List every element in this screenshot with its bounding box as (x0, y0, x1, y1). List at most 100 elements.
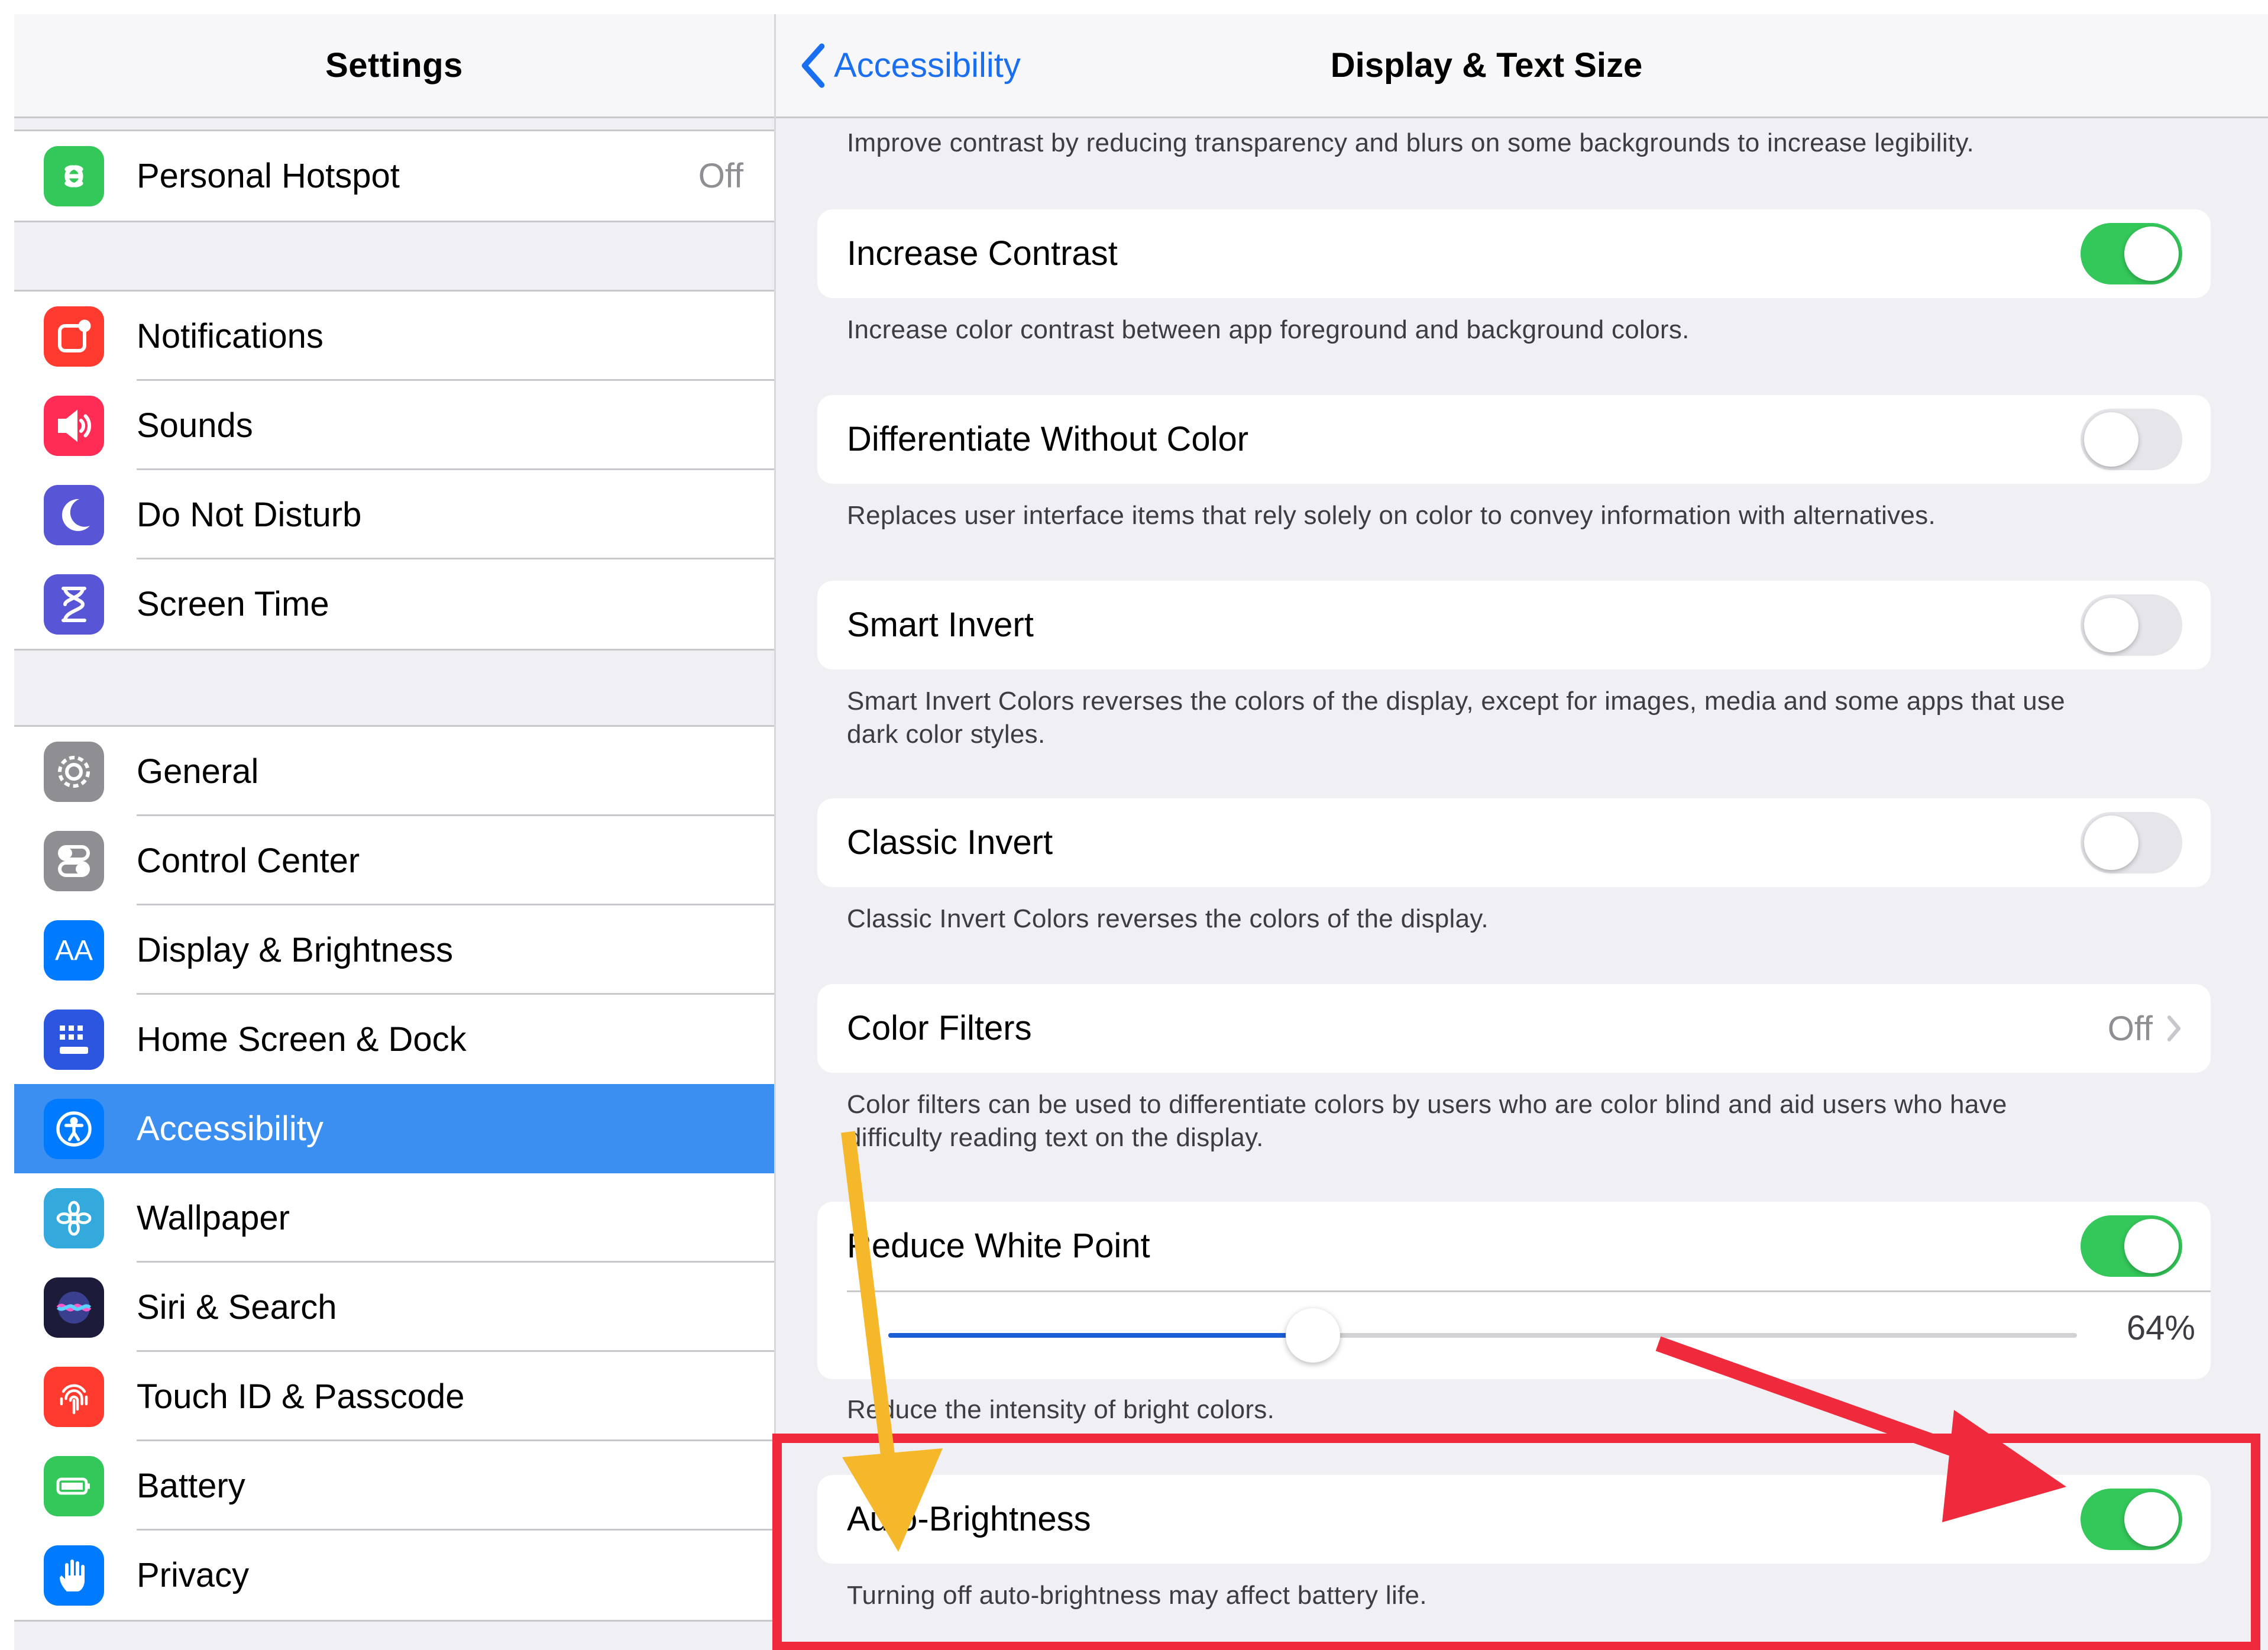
reduce-white-point-row: Reduce White Point 64% (817, 1202, 2211, 1379)
hourglass-icon (44, 574, 104, 635)
sidebar-item-label: Screen Time (137, 585, 329, 623)
white-point-slider[interactable] (888, 1308, 2077, 1363)
sidebar-group-system: General Control Center AA Display & Brig… (14, 725, 774, 1622)
row-divider (847, 1290, 2211, 1292)
sidebar-item-notifications[interactable]: Notifications (14, 292, 774, 381)
sidebar-item-label: Privacy (137, 1556, 250, 1594)
sidebar-item-general[interactable]: General (14, 727, 774, 816)
toggle-knob (2124, 1492, 2179, 1547)
differentiate-without-color-toggle[interactable] (2081, 409, 2182, 470)
slider-value: 64% (2126, 1309, 2195, 1347)
sidebar-item-do-not-disturb[interactable]: Do Not Disturb (14, 470, 774, 559)
sidebar-item-label: Home Screen & Dock (137, 1020, 467, 1059)
settings-sidebar: Settings Personal Hotspot Off Notificati… (14, 14, 776, 1650)
detail-header: Accessibility Display & Text Size (776, 14, 2268, 118)
reduce-transparency-note: Improve contrast by reducing transparenc… (847, 128, 1974, 157)
sidebar-item-control-center[interactable]: Control Center (14, 816, 774, 905)
toggle-knob (2124, 1219, 2179, 1273)
sidebar-item-label: Sounds (137, 406, 253, 445)
classic-invert-toggle[interactable] (2081, 812, 2182, 873)
sidebar-item-label: Battery (137, 1467, 245, 1505)
slider-thumb[interactable] (1285, 1308, 1340, 1363)
toggle-knob (2084, 598, 2138, 652)
toggle-knob (2084, 412, 2138, 467)
color-filters-value: Off (2107, 1009, 2153, 1048)
classic-invert-label: Classic Invert (847, 823, 1053, 862)
personal-hotspot-icon (44, 146, 104, 206)
page-title: Display & Text Size (1330, 46, 1643, 85)
fingerprint-icon (44, 1367, 104, 1427)
color-filters-label: Color Filters (847, 1009, 1032, 1047)
sidebar-item-sounds[interactable]: Sounds (14, 381, 774, 470)
increase-contrast-note: Increase color contrast between app fore… (847, 315, 1690, 344)
sidebar-item-screen-time[interactable]: Screen Time (14, 559, 774, 649)
sidebar-item-label: Touch ID & Passcode (137, 1377, 465, 1416)
battery-icon (44, 1456, 104, 1516)
differentiate-without-color-label: Differentiate Without Color (847, 420, 1249, 458)
smart-invert-label: Smart Invert (847, 606, 1034, 644)
siri-icon (44, 1277, 104, 1338)
reduce-white-point-label: Reduce White Point (847, 1227, 1150, 1265)
smart-invert-note: Smart Invert Colors reverses the colors … (847, 685, 2185, 751)
sounds-icon (44, 396, 104, 456)
color-filters-disclosure[interactable]: Off (2108, 984, 2182, 1073)
sidebar-item-accessibility[interactable]: Accessibility (14, 1084, 774, 1173)
auto-brightness-toggle[interactable] (2081, 1489, 2182, 1550)
classic-invert-note: Classic Invert Colors reverses the color… (847, 904, 1489, 933)
sidebar-item-display-brightness[interactable]: AA Display & Brightness (14, 905, 774, 995)
sidebar-item-label: Display & Brightness (137, 931, 454, 969)
detail-pane: Accessibility Display & Text Size Improv… (776, 14, 2268, 1650)
sidebar-item-label: Notifications (137, 317, 323, 355)
color-filters-note-line2: difficulty reading text on the display. (847, 1123, 1264, 1152)
sidebar-group-network: Personal Hotspot Off (14, 130, 774, 222)
smart-invert-note-line2: dark color styles. (847, 720, 1046, 749)
sidebar-item-battery[interactable]: Battery (14, 1441, 774, 1531)
chevron-right-icon (2167, 1015, 2181, 1041)
increase-contrast-label: Increase Contrast (847, 234, 1118, 273)
sidebar-group-alerts: Notifications Sounds Do Not Disturb Scre… (14, 290, 774, 651)
sidebar-item-label: Siri & Search (137, 1288, 337, 1327)
toggle-knob (2084, 816, 2138, 870)
sidebar-item-personal-hotspot[interactable]: Personal Hotspot Off (14, 131, 774, 221)
auto-brightness-row: Auto-Brightness (817, 1475, 2211, 1564)
sidebar-title: Settings (325, 46, 463, 85)
color-filters-row[interactable]: Color Filters Off (817, 984, 2211, 1073)
gear-icon (44, 742, 104, 802)
classic-invert-row: Classic Invert (817, 798, 2211, 887)
moon-icon (44, 485, 104, 545)
smart-invert-toggle[interactable] (2081, 594, 2182, 656)
flower-icon (44, 1188, 104, 1248)
increase-contrast-row: Increase Contrast (817, 209, 2211, 298)
sidebar-item-wallpaper[interactable]: Wallpaper (14, 1173, 774, 1263)
sidebar-item-siri-search[interactable]: Siri & Search (14, 1263, 774, 1352)
sidebar-item-touch-id-passcode[interactable]: Touch ID & Passcode (14, 1352, 774, 1441)
smart-invert-note-line1: Smart Invert Colors reverses the colors … (847, 687, 2065, 716)
text-size-icon: AA (44, 920, 104, 981)
sidebar-item-value: Off (698, 157, 743, 195)
sidebar-item-label: Do Not Disturb (137, 496, 362, 534)
color-filters-note-line1: Color filters can be used to differentia… (847, 1090, 2007, 1119)
sidebar-item-label: General (137, 752, 259, 791)
reduce-white-point-toggle[interactable] (2081, 1215, 2182, 1277)
auto-brightness-note: Turning off auto-brightness may affect b… (847, 1581, 1427, 1610)
sidebar-item-label: Personal Hotspot (137, 157, 400, 195)
sidebar-item-label: Wallpaper (137, 1199, 290, 1237)
settings-app: Settings Personal Hotspot Off Notificati… (14, 14, 2268, 1650)
sidebar-item-home-screen-dock[interactable]: Home Screen & Dock (14, 995, 774, 1084)
slider-fill (888, 1333, 1313, 1338)
color-filters-note: Color filters can be used to differentia… (847, 1088, 2185, 1154)
sidebar-item-privacy[interactable]: Privacy (14, 1531, 774, 1620)
accessibility-icon (44, 1099, 104, 1159)
sidebar-item-label: Accessibility (137, 1109, 323, 1148)
auto-brightness-label: Auto-Brightness (847, 1500, 1091, 1538)
notifications-icon (44, 306, 104, 367)
hand-icon (44, 1545, 104, 1606)
switches-icon (44, 831, 104, 891)
reduce-white-point-note: Reduce the intensity of bright colors. (847, 1395, 1275, 1424)
home-grid-icon (44, 1010, 104, 1070)
sidebar-item-label: Control Center (137, 842, 360, 880)
toggle-knob (2124, 227, 2179, 281)
sidebar-header: Settings (14, 14, 774, 118)
increase-contrast-toggle[interactable] (2081, 223, 2182, 284)
differentiate-without-color-row: Differentiate Without Color (817, 395, 2211, 484)
